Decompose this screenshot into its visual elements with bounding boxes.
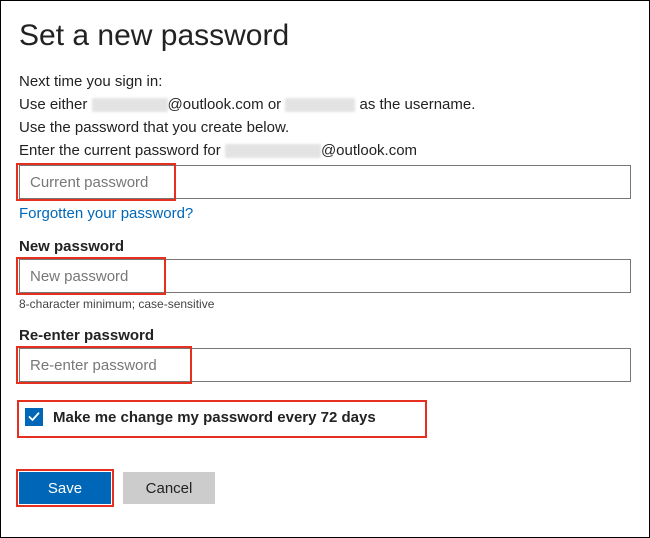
redacted-username-2 bbox=[285, 98, 355, 112]
password-helper-text: 8-character minimum; case-sensitive bbox=[19, 297, 631, 311]
new-password-label: New password bbox=[19, 238, 631, 255]
forgot-password-link[interactable]: Forgotten your password? bbox=[19, 205, 193, 222]
page-title: Set a new password bbox=[19, 19, 631, 53]
text: @outlook.com or bbox=[168, 96, 286, 113]
instructions-block: Next time you sign in: Use either @outlo… bbox=[19, 73, 631, 159]
instructions-line-2: Use either @outlook.com or as the userna… bbox=[19, 96, 631, 113]
instructions-line-3: Use the password that you create below. bbox=[19, 119, 631, 136]
force-change-label[interactable]: Make me change my password every 72 days bbox=[53, 409, 376, 426]
reenter-password-input[interactable] bbox=[19, 348, 631, 382]
new-password-input[interactable] bbox=[19, 259, 631, 293]
redacted-username-1 bbox=[92, 98, 168, 112]
current-password-input[interactable] bbox=[19, 165, 631, 199]
cancel-button[interactable]: Cancel bbox=[123, 472, 215, 504]
text: Use either bbox=[19, 96, 92, 113]
instructions-line-4: Enter the current password for @outlook.… bbox=[19, 142, 631, 159]
force-change-row: Make me change my password every 72 days bbox=[19, 402, 631, 432]
text: Enter the current password for bbox=[19, 142, 225, 159]
reenter-password-label: Re-enter password bbox=[19, 327, 631, 344]
button-row: Save Cancel bbox=[19, 472, 631, 504]
force-change-checkbox[interactable] bbox=[25, 408, 43, 426]
redacted-email bbox=[225, 144, 321, 158]
save-button[interactable]: Save bbox=[19, 472, 111, 504]
check-icon bbox=[28, 411, 40, 423]
text: as the username. bbox=[355, 96, 475, 113]
instructions-line-1: Next time you sign in: bbox=[19, 73, 631, 90]
text: @outlook.com bbox=[321, 142, 417, 159]
